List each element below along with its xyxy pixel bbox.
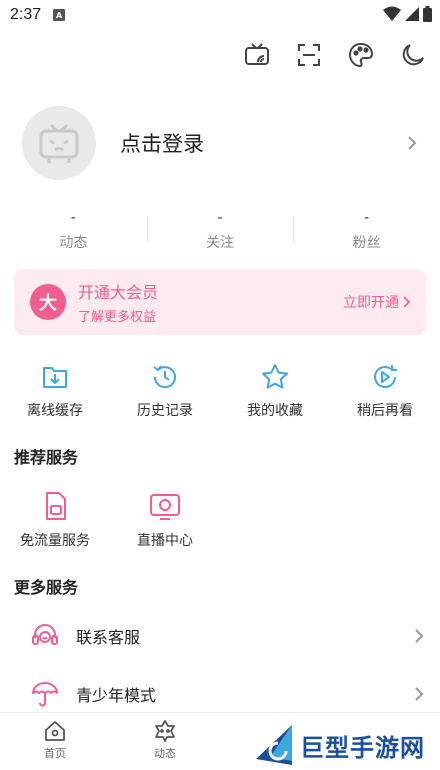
tv-mascot-icon <box>39 123 79 163</box>
stat-label: 动态 <box>59 235 88 251</box>
status-icons <box>383 6 432 22</box>
quick-action-label: 历史记录 <box>137 403 193 419</box>
vip-title: 开通大会员 <box>78 283 159 302</box>
umbrella-icon <box>30 679 60 709</box>
notification-a-icon: A <box>53 9 66 21</box>
profile-login-row[interactable]: 点击登录 <box>22 105 422 181</box>
stat-label: 粉丝 <box>352 235 381 251</box>
watch-later-icon <box>368 360 402 394</box>
login-label[interactable]: 点击登录 <box>120 128 402 158</box>
contact-support-item[interactable]: 联系客服 <box>0 608 440 664</box>
cast-tv-button[interactable] <box>240 38 274 72</box>
service-label: 免流量服务 <box>20 533 90 549</box>
wifi-icon <box>383 6 401 21</box>
history-icon <box>148 360 182 394</box>
site-watermark: 巨型手游网 <box>252 720 440 770</box>
chevron-right-icon <box>415 629 424 643</box>
vip-texts: 开通大会员 了解更多权益 <box>78 279 343 325</box>
offline-cache-button[interactable]: 离线缓存 <box>0 360 110 424</box>
scan-button[interactable] <box>292 38 326 72</box>
home-icon <box>45 721 65 741</box>
download-icon <box>38 360 72 394</box>
stat-dynamics[interactable]: - 动态 <box>0 210 147 260</box>
stat-fans[interactable]: - 粉丝 <box>293 210 440 260</box>
cast-tv-icon <box>245 43 269 65</box>
theme-button[interactable] <box>344 38 378 72</box>
star-icon <box>258 360 292 394</box>
headset-icon <box>30 621 60 651</box>
more-section-title: 更多服务 <box>14 578 79 597</box>
nav-label: 动态 <box>154 747 176 760</box>
moon-icon <box>402 44 424 66</box>
list-item-label: 青少年模式 <box>76 686 157 705</box>
top-toolbar <box>240 38 430 72</box>
stat-value: - <box>217 210 223 226</box>
vip-subtitle: 了解更多权益 <box>78 310 157 325</box>
vip-banner[interactable]: 大 开通大会员 了解更多权益 立即开通 <box>14 269 426 335</box>
quick-actions: 离线缓存 历史记录 我的收藏 稍后再看 <box>0 360 440 424</box>
stat-value: - <box>70 210 76 226</box>
chevron-right-icon <box>415 687 424 701</box>
palette-icon <box>348 42 374 68</box>
vip-logo-icon: 大 <box>30 284 66 320</box>
chevron-right-icon <box>402 133 422 153</box>
quick-action-label: 离线缓存 <box>27 403 83 419</box>
night-mode-button[interactable] <box>396 38 430 72</box>
sim-card-icon <box>46 492 66 520</box>
favorites-button[interactable]: 我的收藏 <box>220 360 330 424</box>
battery-icon <box>423 6 432 22</box>
nav-dynamics[interactable]: 动态 <box>110 713 220 770</box>
recommended-services: 免流量服务 直播中心 <box>0 490 440 550</box>
live-tv-icon <box>150 494 180 520</box>
chevron-right-icon <box>403 296 410 308</box>
signal-icon <box>405 7 419 21</box>
free-data-service-button[interactable]: 免流量服务 <box>0 490 110 550</box>
quick-action-label: 稍后再看 <box>357 403 413 419</box>
list-item-label: 联系客服 <box>76 628 141 647</box>
vip-open-label: 立即开通 <box>343 295 399 311</box>
stat-following[interactable]: - 关注 <box>146 210 294 260</box>
avatar[interactable] <box>22 106 96 180</box>
vip-open-button[interactable]: 立即开通 <box>343 292 410 312</box>
nav-label: 首页 <box>44 747 66 760</box>
stat-value: - <box>364 210 370 226</box>
service-label: 直播中心 <box>137 533 193 549</box>
activity-icon <box>155 720 175 742</box>
watermark-text: 巨型手游网 <box>300 733 425 762</box>
stat-label: 关注 <box>206 235 234 251</box>
status-time: 2:37 <box>10 6 42 23</box>
live-center-button[interactable]: 直播中心 <box>110 490 220 550</box>
watch-later-button[interactable]: 稍后再看 <box>330 360 440 424</box>
history-button[interactable]: 历史记录 <box>110 360 220 424</box>
watermark-logo-icon <box>256 725 292 765</box>
recommended-section-title: 推荐服务 <box>14 448 79 467</box>
stats-row: - 动态 - 关注 - 粉丝 <box>0 210 440 260</box>
scan-icon <box>298 44 320 66</box>
quick-action-label: 我的收藏 <box>247 403 303 419</box>
status-bar: 2:37 A <box>0 0 440 30</box>
nav-home[interactable]: 首页 <box>0 713 110 770</box>
